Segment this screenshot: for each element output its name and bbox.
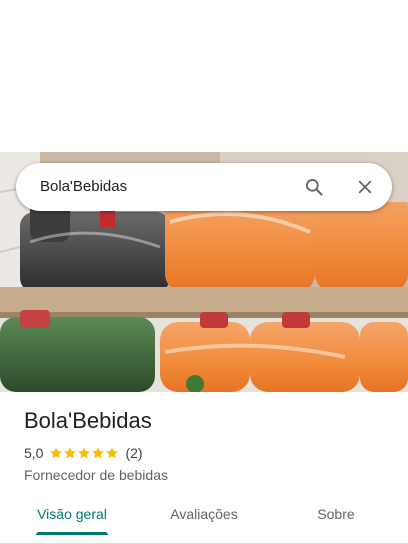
place-tabs: Visão geral Avaliações Sobre [0,496,408,544]
search-bar[interactable]: Bola'Bebidas [16,163,392,211]
star-icon [50,447,63,459]
star-icon [78,447,91,459]
star-icon [106,447,119,459]
search-button[interactable] [298,171,330,203]
place-category: Fornecedor de bebidas [24,467,168,483]
star-icon [92,447,105,459]
tab-about[interactable]: Sobre [296,496,376,543]
star-rating [49,446,119,460]
active-tab-indicator [36,532,108,535]
rating-value: 5,0 [24,445,44,461]
tab-overview[interactable]: Visão geral [24,496,120,543]
close-icon [358,180,372,194]
search-input[interactable]: Bola'Bebidas [40,163,127,211]
review-count[interactable]: (2) [125,445,142,461]
place-title: Bola'Bebidas [24,408,152,433]
place-info: Bola'Bebidas 5,0 (2) Fornecedor de bebid… [24,406,394,483]
star-icon [64,447,77,459]
search-icon [306,179,323,196]
tab-reviews[interactable]: Avaliações [156,496,252,543]
clear-search-button[interactable] [349,171,381,203]
rating-row[interactable]: 5,0 (2) [24,444,394,462]
